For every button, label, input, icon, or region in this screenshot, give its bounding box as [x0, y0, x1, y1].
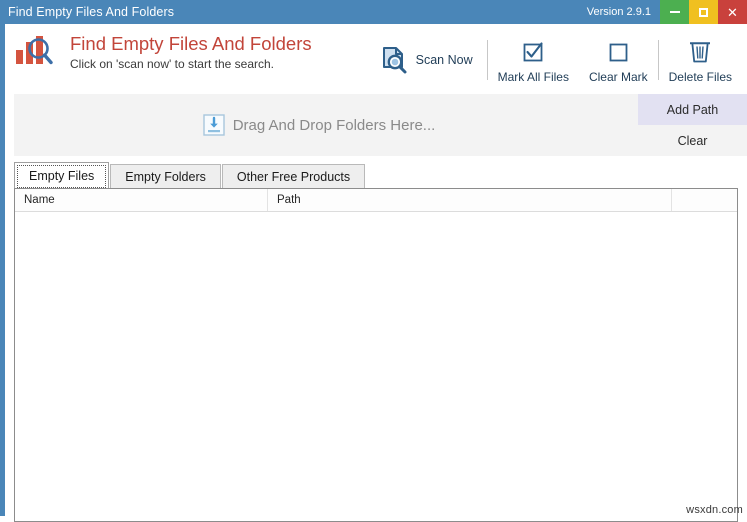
results-list-body[interactable]: [15, 212, 737, 521]
mark-all-files-button[interactable]: Mark All Files: [488, 29, 579, 91]
column-header-name[interactable]: Name: [15, 189, 268, 211]
drop-row: Drag And Drop Folders Here... Add Path C…: [5, 94, 747, 156]
trash-can-icon: [688, 37, 712, 67]
version-label: Version 2.9.1: [586, 6, 651, 18]
drag-drop-content: Drag And Drop Folders Here...: [203, 114, 436, 136]
application-window: Find Empty Files And Folders Version 2.9…: [0, 0, 747, 522]
title-bar-controls: Version 2.9.1 ✕: [587, 0, 747, 24]
watermark: wsxdn.com: [686, 504, 743, 516]
delete-files-button[interactable]: Delete Files: [659, 29, 742, 91]
maximize-icon: [699, 7, 708, 17]
app-title: Find Empty Files And Folders: [70, 33, 312, 54]
toolbar: Scan Now Mark All Files Clear Mark Delet…: [370, 29, 742, 91]
app-subtitle: Click on 'scan now' to start the search.: [70, 57, 275, 71]
drag-drop-label: Drag And Drop Folders Here...: [232, 116, 436, 134]
window-body: Find Empty Files And Folders Click on 's…: [0, 24, 747, 522]
maximize-button[interactable]: [689, 0, 718, 24]
tab-empty-files-label: Empty Files: [29, 168, 95, 183]
results-list-header: Name Path: [15, 189, 737, 212]
header-bar: Find Empty Files And Folders Click on 's…: [5, 24, 747, 94]
tab-empty-folders-label: Empty Folders: [125, 169, 206, 184]
drag-drop-zone[interactable]: Drag And Drop Folders Here...: [14, 94, 638, 156]
tab-empty-files[interactable]: Empty Files: [14, 162, 110, 188]
delete-files-label: Delete Files: [668, 69, 732, 84]
path-buttons: Add Path Clear: [638, 94, 747, 156]
title-bar: Find Empty Files And Folders Version 2.9…: [0, 0, 747, 24]
document-search-icon: [380, 45, 410, 75]
checkbox-checked-icon: [522, 37, 544, 67]
scan-now-label: Scan Now: [415, 53, 473, 67]
mark-all-files-label: Mark All Files: [497, 69, 569, 84]
results-list[interactable]: Name Path: [14, 188, 738, 522]
clear-mark-label: Clear Mark: [588, 69, 648, 84]
close-button[interactable]: ✕: [718, 0, 747, 24]
tab-bar: Empty Files Empty Folders Other Free Pro…: [14, 162, 738, 188]
tab-other-free-products-label: Other Free Products: [236, 169, 351, 184]
tab-empty-folders[interactable]: Empty Folders: [110, 164, 221, 188]
branding: Find Empty Files And Folders Click on 's…: [14, 31, 312, 72]
column-header-extra[interactable]: [672, 189, 737, 211]
add-path-button[interactable]: Add Path: [638, 94, 747, 125]
minimize-icon: [669, 11, 680, 13]
drop-download-icon: [203, 114, 225, 136]
tab-other-free-products[interactable]: Other Free Products: [221, 164, 366, 188]
minimize-button[interactable]: [660, 0, 689, 24]
checkbox-empty-icon: [607, 37, 629, 67]
close-icon: ✕: [727, 4, 738, 20]
clear-mark-button[interactable]: Clear Mark: [579, 29, 658, 91]
app-logo-icon: [14, 31, 66, 71]
scan-now-button[interactable]: Scan Now: [370, 29, 487, 91]
column-header-path[interactable]: Path: [268, 189, 672, 211]
clear-button[interactable]: Clear: [638, 125, 747, 156]
window-title: Find Empty Files And Folders: [8, 5, 175, 19]
branding-text: Find Empty Files And Folders Click on 's…: [70, 31, 312, 72]
